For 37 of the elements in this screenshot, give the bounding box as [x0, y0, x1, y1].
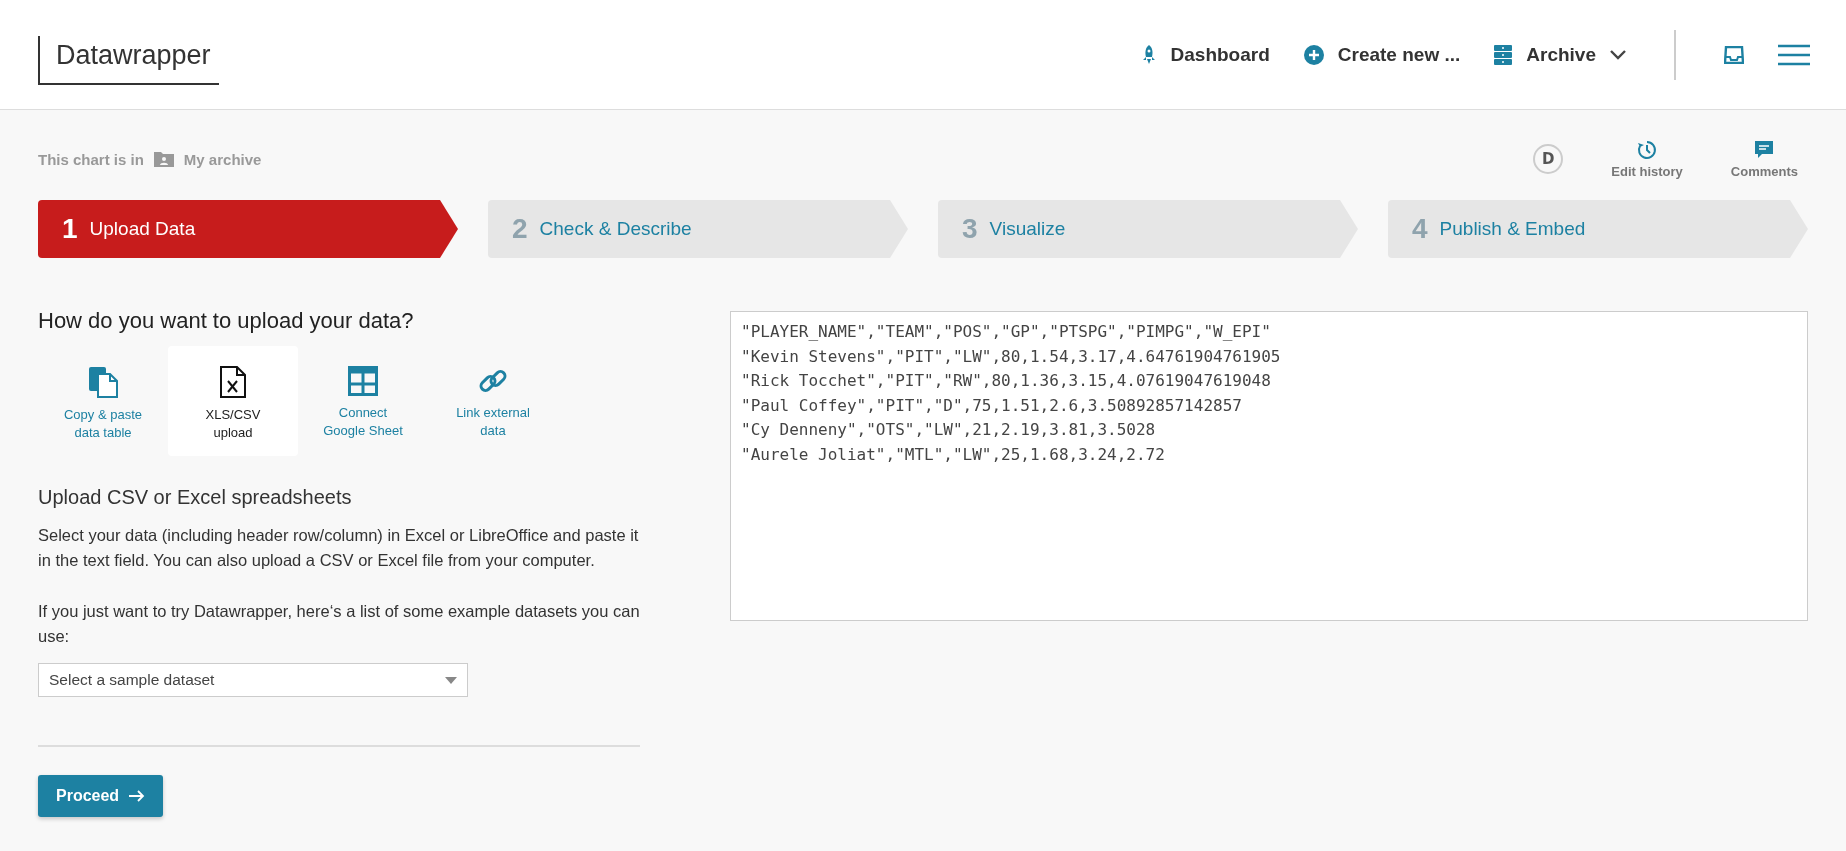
logo[interactable]: Datawrapper [38, 36, 219, 85]
copy-icon [88, 366, 118, 398]
upload-option[interactable]: Link external data [428, 346, 558, 456]
nav-link[interactable]: Dashboard [1140, 43, 1270, 66]
caret-icon [445, 676, 457, 684]
comment-icon [1754, 139, 1775, 160]
nav-link[interactable]: Create new ... [1303, 43, 1461, 66]
section-heading: How do you want to upload your data? [38, 308, 415, 334]
sample-dataset-select[interactable]: Select a sample dataset [38, 663, 468, 697]
arrow-right-icon [129, 790, 146, 802]
menu-icon[interactable] [1778, 43, 1810, 66]
proceed-button[interactable]: Proceed [38, 775, 164, 817]
history-icon [1637, 139, 1658, 160]
plus-icon [1303, 44, 1324, 65]
nav-link[interactable]: Archive [1494, 43, 1626, 66]
folder-link[interactable]: My archive [183, 150, 262, 168]
spreadsheet-file-icon [220, 366, 246, 398]
step-tab[interactable]: 1 Upload Data [38, 200, 458, 258]
inbox-icon[interactable] [1724, 45, 1744, 64]
step-tab[interactable]: 4 Publish & Embed [1388, 200, 1808, 258]
drawer-icon [1494, 44, 1513, 65]
toolbar-action[interactable]: Comments [1730, 139, 1798, 179]
chevron-down-icon [1610, 49, 1626, 60]
subheading: Upload CSV or Excel spreadsheets [38, 486, 353, 509]
user-avatar[interactable]: D [1533, 144, 1564, 174]
data-input-field[interactable]: "PLAYER_NAME","TEAM","POS","GP","PTSPG","PIMPG","W_EPI" "Kevin Stevens","PIT","LW",80,1.54,3.17,4.64761904761905 "Rick Tocchet","PIT","RW",80,1.36,3.15,4.07619047619048 "Paul Coffey","PIT","D",75,1.51,2.6,3.50892857142857 "Cy Denneny","OTS","LW",21,2.19,3.81,3.5028 "Aurele Joliat","MTL","LW",25,1.68,3.24,2.72 [730, 311, 1808, 621]
upload-option[interactable]: XLS/CSV upload [168, 346, 298, 456]
step-tab[interactable]: 2 Check & Describe [488, 200, 908, 258]
description: Select your data (including header row/column) in Excel or LibreOffice and paste it in the text field. You can also upload a CSV or Excel file from your computer. [38, 525, 640, 571]
location-label: This chart is in [38, 150, 144, 168]
table-icon [348, 366, 378, 396]
upload-option[interactable]: Copy & paste data table [38, 346, 168, 456]
folder-icon [153, 151, 174, 167]
toolbar-action[interactable]: Edit history [1611, 139, 1683, 179]
sample-hint: If you just want to try Datawrapper, here‘s a list of some example datasets you can use: [38, 601, 640, 647]
upload-option[interactable]: Connect Google Sheet [298, 346, 428, 456]
step-tab[interactable]: 3 Visualize [938, 200, 1358, 258]
